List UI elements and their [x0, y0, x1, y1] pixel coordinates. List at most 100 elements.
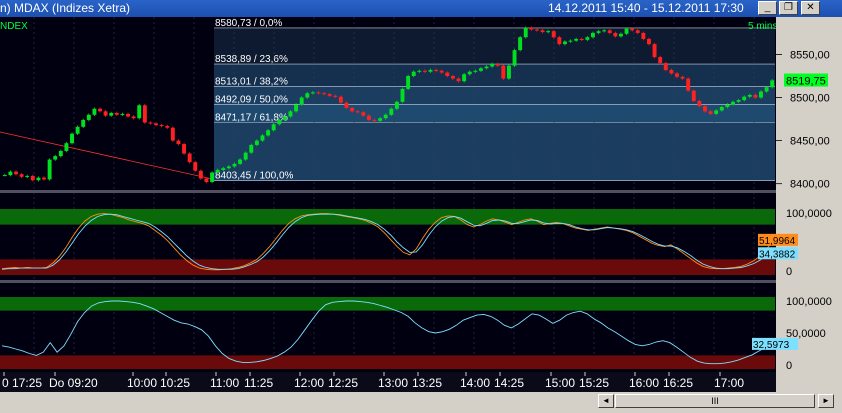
candle [568, 40, 573, 42]
horizontal-scrollbar[interactable]: ◄ III ► [0, 392, 842, 413]
candle [518, 37, 523, 51]
x-tick-label: 15:00 [545, 376, 575, 390]
candle [501, 65, 506, 79]
candle [680, 76, 685, 79]
candle [8, 171, 13, 176]
y-tick-label: 8400,00 [790, 179, 830, 191]
indicator-tick-label: 0 [786, 360, 792, 372]
candle [417, 70, 422, 72]
fib-level-label: 8513,01 / 38,2% [215, 76, 288, 87]
candle [703, 106, 707, 112]
candle [630, 28, 635, 31]
candle [562, 41, 567, 45]
candle [456, 78, 461, 82]
stoch-k-label: 51,9964 [759, 236, 796, 247]
candle [731, 101, 735, 105]
candle [30, 175, 35, 181]
candle [512, 50, 517, 66]
candle [64, 143, 69, 151]
fib-zone [214, 64, 775, 87]
candle [361, 112, 366, 116]
candle [473, 70, 478, 72]
scroll-right-arrow[interactable]: ► [818, 394, 834, 408]
scroll-thumb[interactable]: III [615, 394, 815, 408]
restore-button[interactable]: ❐ [779, 1, 798, 15]
x-tick-label: 0 17:25 [2, 376, 42, 390]
candle [103, 111, 108, 116]
candle [355, 111, 360, 113]
candle [277, 119, 282, 125]
candle [148, 122, 153, 124]
x-tick-label: 10:25 [160, 376, 190, 390]
candle [120, 113, 125, 115]
x-tick-label: 13:00 [378, 376, 408, 390]
candle [658, 57, 663, 64]
candle [310, 92, 315, 94]
x-tick-label: Do 09:20 [49, 376, 98, 390]
x-tick-label: 11:25 [244, 376, 273, 390]
candle [725, 104, 730, 108]
x-tick-label: 16:25 [663, 376, 693, 390]
candle [624, 28, 629, 34]
fib-level-label: 8492,09 / 50,0% [215, 94, 288, 105]
oversold-band [0, 259, 775, 275]
candle [652, 44, 657, 58]
candle [305, 93, 310, 98]
candle [109, 113, 114, 116]
y-tick-label: 8450,00 [790, 136, 830, 148]
close-button[interactable]: ✕ [801, 1, 820, 15]
candle [42, 177, 46, 180]
x-tick-label: 14:00 [460, 376, 490, 390]
candle [137, 105, 142, 119]
candle [176, 140, 181, 145]
fib-level-label: 8403,45 / 100,0% [215, 171, 294, 182]
candle [53, 156, 58, 160]
candle [366, 115, 371, 120]
indicator-tick-label: 100,0000 [786, 208, 832, 220]
candle [691, 90, 696, 101]
minimize-button[interactable]: _ [758, 1, 777, 15]
candle [686, 78, 691, 91]
candle [439, 70, 444, 73]
candle [406, 76, 411, 89]
candle [675, 73, 679, 77]
candle [266, 130, 271, 136]
candle [445, 72, 450, 76]
candle [333, 95, 338, 97]
candle [607, 30, 612, 33]
candle [478, 68, 483, 71]
candle [249, 144, 254, 153]
candle [534, 29, 539, 31]
candle [484, 66, 489, 69]
fib-zone [214, 104, 775, 123]
overbought-band [0, 297, 775, 311]
candle [635, 30, 640, 33]
scroll-left-arrow[interactable]: ◄ [598, 394, 614, 408]
candle [2, 175, 7, 177]
candle [618, 33, 623, 37]
candle [647, 38, 651, 45]
candle [327, 94, 332, 96]
candle [238, 159, 243, 164]
stoch-d-label: 34,3882 [759, 249, 796, 260]
candle [719, 107, 724, 111]
candle [271, 124, 276, 131]
candle [182, 144, 187, 154]
chart-area[interactable]: 8580,73 / 0,0% 8538,89 / 23,6% 8513,01 / 3… [0, 17, 842, 392]
candle [114, 113, 119, 115]
fib-zone [214, 86, 775, 105]
candle [25, 175, 30, 177]
x-tick-label: 10:00 [127, 376, 157, 390]
candle [193, 162, 198, 171]
candle [596, 31, 601, 33]
instrument-label: NDEX [0, 21, 28, 32]
x-tick-label: 11:00 [210, 376, 239, 390]
candle [585, 37, 590, 40]
candle [506, 65, 511, 79]
candle [546, 31, 551, 33]
candle [131, 116, 136, 119]
candle [154, 123, 159, 126]
candle [81, 119, 86, 127]
candle [764, 87, 769, 92]
candle [551, 31, 556, 38]
